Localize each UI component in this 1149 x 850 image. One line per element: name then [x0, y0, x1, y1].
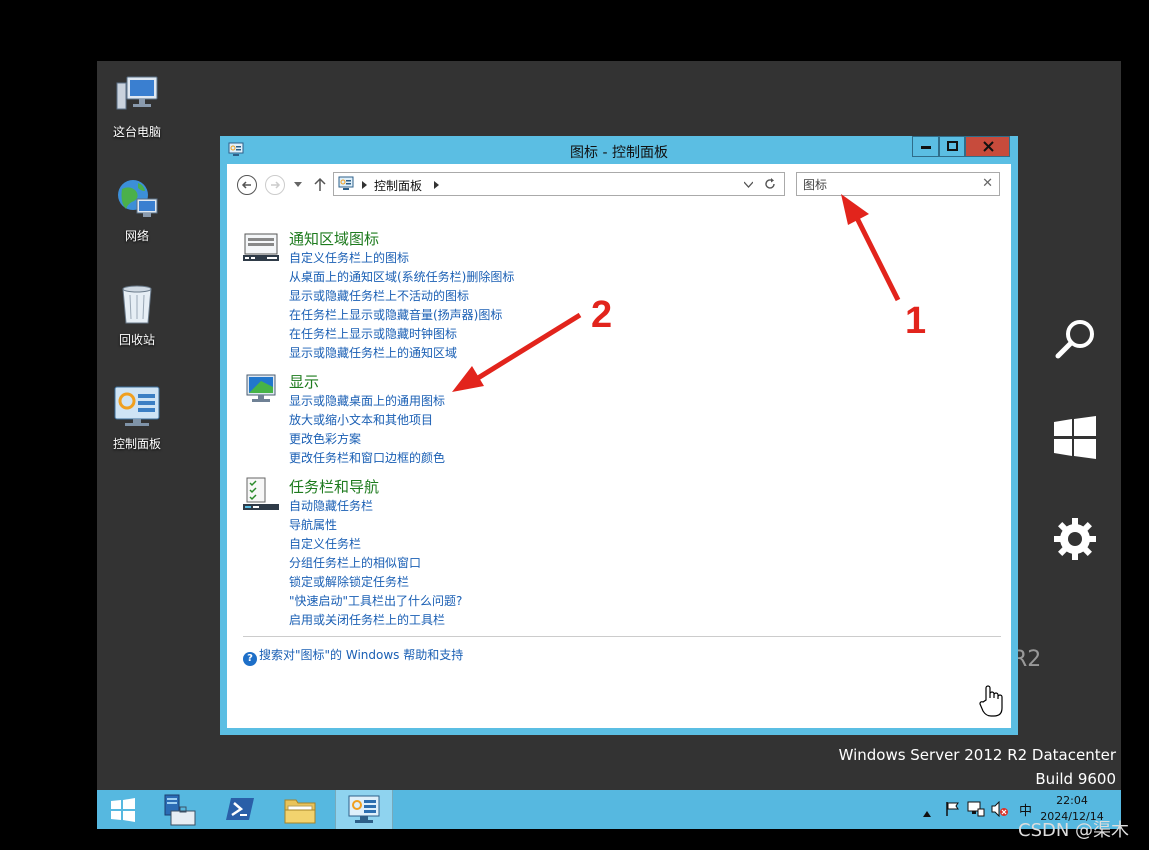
back-arrow-icon	[241, 181, 251, 189]
search-box[interactable]: ✕	[796, 172, 1000, 196]
clock-time: 22:04	[1056, 794, 1088, 807]
breadcrumb-separator-icon	[362, 181, 367, 189]
action-center-flag-icon[interactable]	[945, 801, 961, 817]
taskbar-navigation-icon	[243, 477, 279, 510]
back-button[interactable]	[237, 175, 257, 195]
close-icon	[983, 141, 994, 152]
desktop-icon-label: 这台电脑	[112, 125, 161, 139]
control-panel-window[interactable]: 图标 - 控制面板 控制面板 图标 ✕ 通知区域图标 自定义任务栏上的图标 从桌…	[220, 136, 1018, 735]
navigation-bar: 控制面板 ✕	[227, 164, 1011, 204]
network-globe-icon	[118, 180, 158, 217]
os-edition: Windows Server 2012 R2 Datacenter	[838, 746, 1116, 764]
task-link[interactable]: 启用或关闭任务栏上的工具栏	[289, 611, 462, 630]
recent-locations-dropdown-icon[interactable]	[294, 182, 302, 188]
control-panel-taskbar-icon	[348, 795, 380, 823]
start-button[interactable]	[97, 790, 155, 829]
input-method-indicator[interactable]: 中	[1019, 800, 1032, 819]
taskbar-control-panel[interactable]	[335, 790, 393, 829]
network-tray-icon[interactable]	[967, 801, 985, 817]
desktop-icon-this-pc[interactable]: 这台电脑	[97, 71, 177, 140]
desktop: 这台电脑 网络 回收站 控制面板 R2 Windows Server 2012 …	[97, 61, 1121, 829]
task-link[interactable]: 导航属性	[289, 516, 462, 535]
desktop-icon-network[interactable]: 网络	[97, 175, 177, 244]
desktop-icon-control-panel[interactable]: 控制面板	[97, 383, 177, 452]
desktop-icon-label: 控制面板	[112, 437, 161, 451]
task-link[interactable]: 自定义任务栏上的图标	[289, 249, 514, 268]
volume-muted-icon[interactable]	[991, 801, 1009, 817]
taskbar-server-manager[interactable]	[155, 790, 213, 829]
computer-icon	[116, 76, 158, 110]
powershell-icon	[226, 798, 254, 820]
task-link[interactable]: 自定义任务栏	[289, 535, 462, 554]
maximize-icon	[947, 141, 958, 151]
up-arrow-icon[interactable]	[314, 177, 326, 191]
section-heading[interactable]: 通知区域图标	[289, 228, 379, 249]
taskbar-file-explorer[interactable]	[271, 790, 329, 829]
control-panel-icon	[114, 386, 160, 426]
task-link[interactable]: 分组任务栏上的相似窗口	[289, 554, 462, 573]
settings-charm-icon[interactable]	[1052, 516, 1098, 562]
window-title: 图标 - 控制面板	[570, 145, 668, 161]
help-search-link[interactable]: ? 搜索对"图标"的 Windows 帮助和支持	[243, 646, 463, 666]
taskbar: 中 22:04 2024/12/14	[97, 790, 1121, 829]
link-list: 显示或隐藏桌面上的通用图标 放大或缩小文本和其他项目 更改色彩方案 更改任务栏和…	[289, 392, 445, 468]
task-link[interactable]: 更改色彩方案	[289, 430, 445, 449]
link-list: 自定义任务栏上的图标 从桌面上的通知区域(系统任务栏)删除图标 显示或隐藏任务栏…	[289, 249, 514, 363]
notification-area-icon	[243, 233, 279, 261]
maximize-button[interactable]	[939, 136, 965, 157]
title-bar[interactable]: 图标 - 控制面板	[220, 136, 1018, 164]
display-icon	[246, 374, 276, 402]
breadcrumb-separator-icon	[434, 181, 439, 189]
address-dropdown-icon[interactable]	[744, 181, 753, 188]
control-panel-small-icon	[338, 176, 354, 190]
show-hidden-icons-icon[interactable]	[923, 806, 931, 822]
breadcrumb-control-panel[interactable]: 控制面板	[374, 177, 422, 194]
task-link[interactable]: 从桌面上的通知区域(系统任务栏)删除图标	[289, 268, 514, 287]
minimize-button[interactable]	[912, 136, 939, 157]
recycle-bin-icon	[122, 285, 152, 324]
section-heading[interactable]: 显示	[289, 371, 319, 392]
section-heading[interactable]: 任务栏和导航	[289, 476, 379, 497]
watermark: CSDN @渠木	[1018, 820, 1130, 841]
task-link[interactable]: 放大或缩小文本和其他项目	[289, 411, 445, 430]
task-link[interactable]: 更改任务栏和窗口边框的颜色	[289, 449, 445, 468]
task-link[interactable]: 显示或隐藏任务栏上的通知区域	[289, 344, 514, 363]
hand-cursor-icon	[979, 685, 1003, 717]
forward-button[interactable]	[265, 175, 285, 195]
taskbar-powershell[interactable]	[213, 790, 271, 829]
os-build: Build 9600	[1035, 770, 1116, 788]
os-version-info: Windows Server 2012 R2 Datacenter Build …	[839, 743, 1116, 791]
divider	[243, 636, 1001, 637]
link-list: 自动隐藏任务栏 导航属性 自定义任务栏 分组任务栏上的相似窗口 锁定或解除锁定任…	[289, 497, 462, 630]
search-input[interactable]	[803, 176, 973, 193]
address-bar[interactable]: 控制面板	[333, 172, 785, 196]
refresh-icon[interactable]	[764, 178, 776, 190]
window-content: 控制面板 ✕	[227, 164, 1011, 728]
task-link[interactable]: "快速启动"工具栏出了什么问题?	[289, 592, 462, 611]
help-question-icon: ?	[243, 652, 257, 666]
windows-logo-icon	[111, 798, 135, 822]
task-link[interactable]: 显示或隐藏桌面上的通用图标	[289, 392, 445, 411]
task-link[interactable]: 锁定或解除锁定任务栏	[289, 573, 462, 592]
server-manager-icon	[164, 794, 196, 826]
clear-search-icon[interactable]: ✕	[982, 176, 993, 191]
desktop-icon-label: 网络	[124, 229, 149, 243]
minimize-icon	[921, 146, 931, 149]
windows-start-charm-icon[interactable]	[1052, 415, 1098, 461]
task-link[interactable]: 在任务栏上显示或隐藏时钟图标	[289, 325, 514, 344]
search-charm-icon[interactable]	[1052, 316, 1098, 362]
desktop-icon-label: 回收站	[118, 333, 155, 347]
desktop-icon-recycle-bin[interactable]: 回收站	[97, 279, 177, 348]
help-link-text[interactable]: 搜索对"图标"的 Windows 帮助和支持	[259, 648, 463, 662]
task-link[interactable]: 在任务栏上显示或隐藏音量(扬声器)图标	[289, 306, 514, 325]
task-link[interactable]: 自动隐藏任务栏	[289, 497, 462, 516]
task-link[interactable]: 显示或隐藏任务栏上不活动的图标	[289, 287, 514, 306]
folder-icon	[284, 799, 316, 824]
forward-arrow-icon	[271, 181, 281, 189]
close-button[interactable]	[965, 136, 1010, 157]
